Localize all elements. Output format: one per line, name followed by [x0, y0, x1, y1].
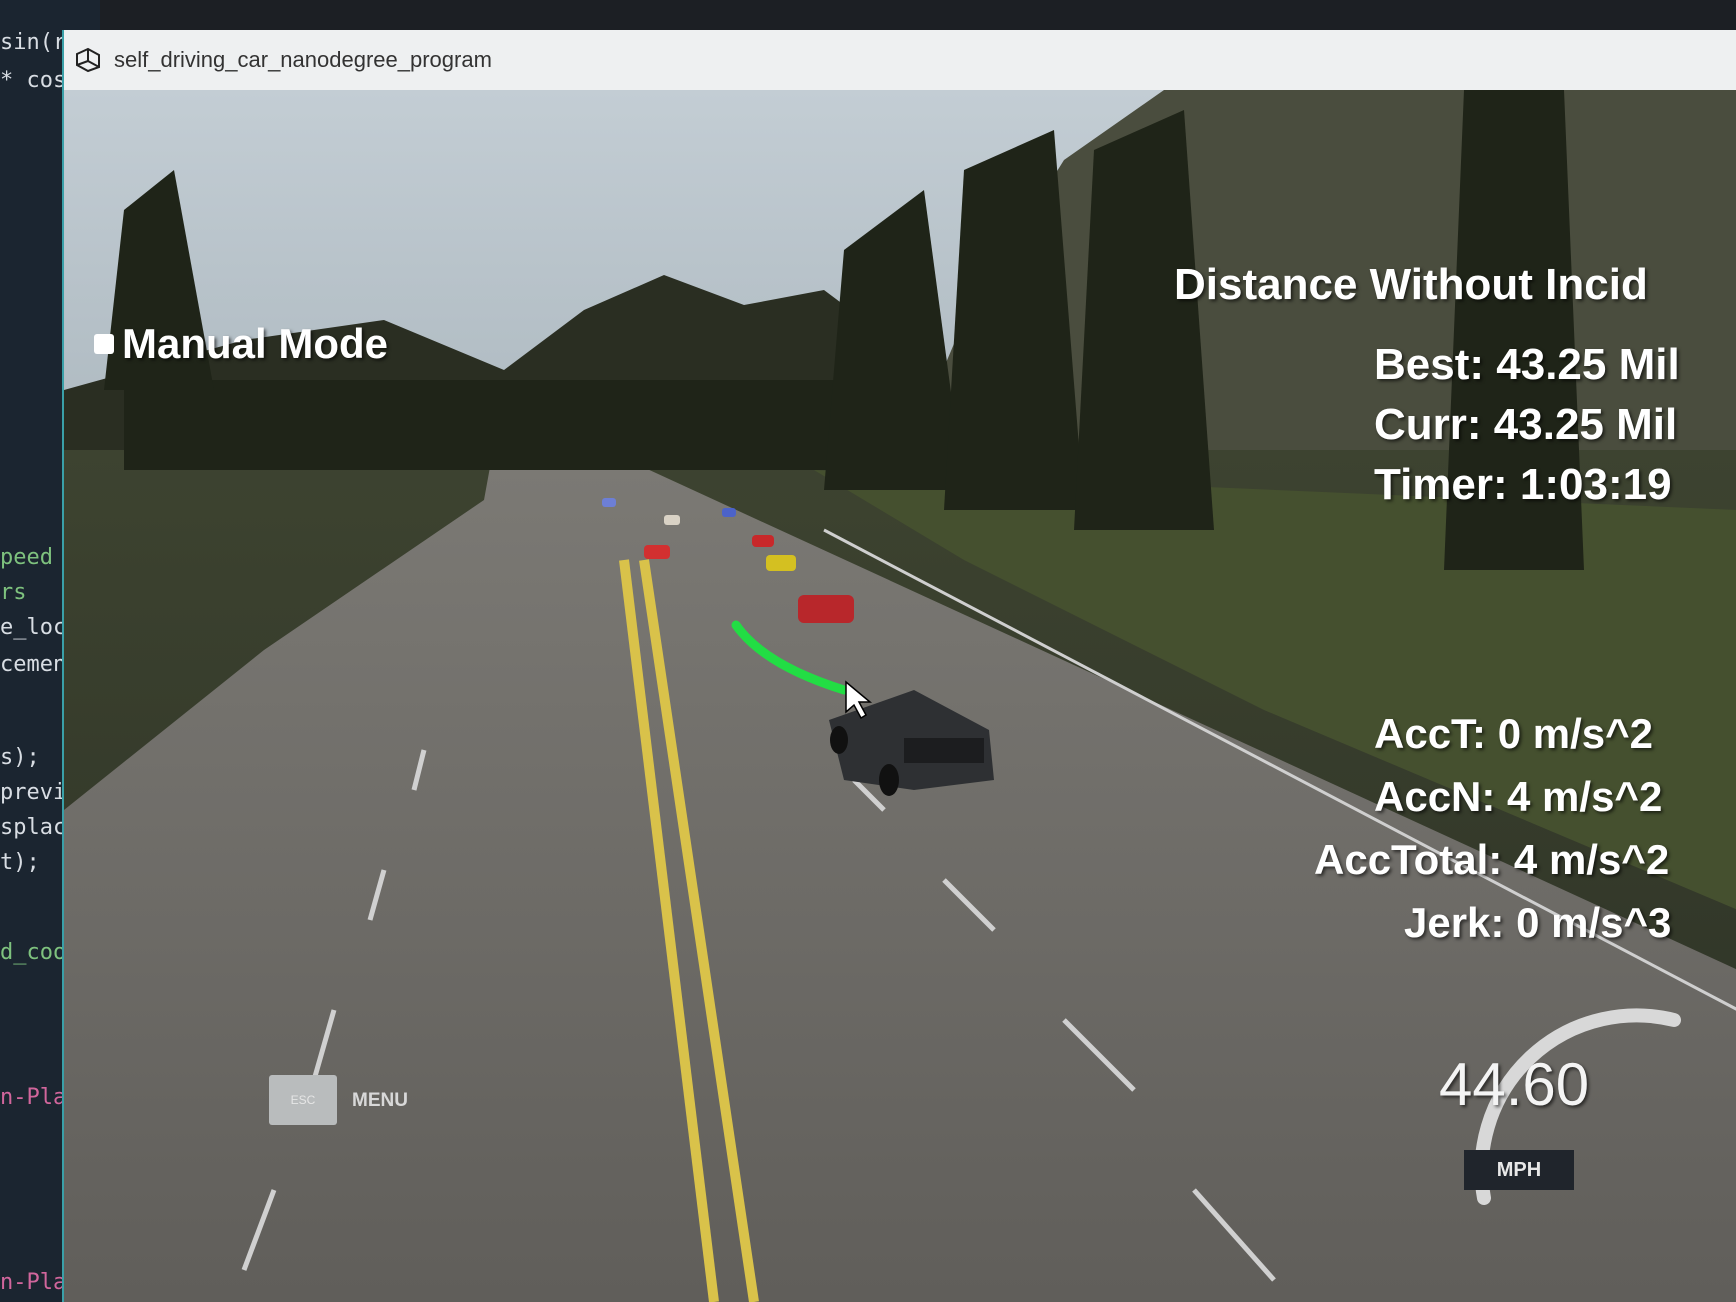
code-line: * cos — [0, 68, 67, 93]
simulator-window: self_driving_car_nanodegree_program Manu… — [62, 30, 1736, 1302]
other-car-1 — [602, 498, 616, 507]
tangential-acceleration: AccT: 0 m/s^2 — [1374, 710, 1653, 757]
total-acceleration: AccTotal: 4 m/s^2 — [1314, 836, 1670, 883]
distance-title: Distance Without Incid — [1174, 260, 1648, 309]
speed-value: 44.60 — [1439, 1051, 1590, 1118]
best-distance: Best: 43.25 Mil — [1374, 340, 1680, 389]
normal-acceleration: AccN: 4 m/s^2 — [1374, 773, 1663, 820]
code-line: rs — [0, 580, 27, 605]
simulator-viewport[interactable]: Manual Mode Distance Without Incid Best:… — [64, 90, 1736, 1302]
timer: Timer: 1:03:19 — [1374, 460, 1672, 509]
mode-indicator: Manual Mode — [94, 320, 388, 368]
menu-label: MENU — [352, 1090, 408, 1111]
other-car-5 — [644, 545, 670, 559]
other-car-4 — [752, 535, 774, 547]
other-car-7 — [798, 595, 854, 623]
esc-key-button[interactable]: ESC — [269, 1075, 337, 1125]
mode-dot-icon — [94, 334, 114, 354]
code-line: t); — [0, 850, 40, 875]
other-car-2 — [664, 515, 680, 525]
window-titlebar[interactable]: self_driving_car_nanodegree_program — [64, 30, 1736, 90]
speed-unit: MPH — [1464, 1150, 1574, 1190]
window-title: self_driving_car_nanodegree_program — [114, 47, 492, 72]
unity-logo-icon — [76, 47, 100, 73]
current-distance: Curr: 43.25 Mil — [1374, 400, 1678, 449]
other-car-3 — [722, 508, 736, 517]
mode-label: Manual Mode — [122, 320, 389, 367]
code-line: s); — [0, 745, 40, 770]
jerk: Jerk: 0 m/s^3 — [1404, 899, 1672, 946]
other-car-6 — [766, 555, 796, 571]
